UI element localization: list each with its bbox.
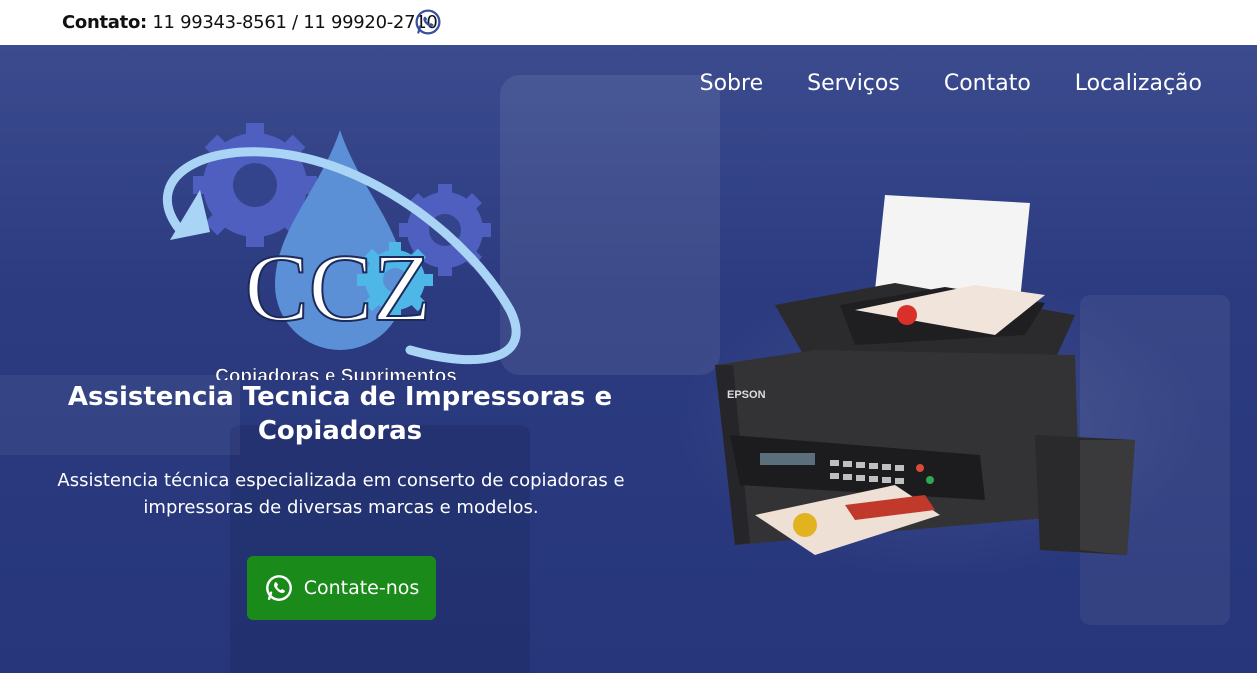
nav-link-servicos[interactable]: Serviços (807, 71, 900, 96)
hero-title: Assistencia Tecnica de Impressoras e Cop… (67, 382, 613, 446)
logo-tagline: Copiadoras e Suprimentos (215, 366, 457, 380)
contact-phones[interactable]: 11 99343-8561 / 11 99920-2710 (152, 12, 438, 33)
whatsapp-icon (265, 575, 292, 601)
hero-description: Assistencia técnica especializada em con… (57, 470, 625, 518)
background-printer-shape (500, 75, 720, 375)
nav-link-localizacao[interactable]: Localização (1075, 71, 1202, 96)
main-nav: Sobre Serviços Contato Localização (700, 71, 1202, 96)
background-printer-shape (230, 425, 530, 673)
printer-brand: EPSON (727, 389, 766, 401)
ccz-logo: CCZ Copiadoras e Suprimentos (163, 123, 521, 380)
contact-info: Contato: 11 99343-8561 / 11 99920-2710 (62, 12, 438, 33)
nav-link-contato[interactable]: Contato (944, 71, 1031, 96)
nav-link-sobre[interactable]: Sobre (700, 71, 764, 96)
logo-mark: CCZ (245, 234, 432, 341)
contact-label: Contato: (62, 12, 147, 33)
top-contact-bar: Contato: 11 99343-8561 / 11 99920-2710 (0, 0, 1257, 45)
contact-us-label: Contate-nos (303, 577, 420, 599)
contact-us-button[interactable]: Contate-nos (247, 556, 436, 620)
whatsapp-icon[interactable] (414, 8, 442, 36)
printer-image: EPSON (715, 195, 1135, 555)
hero-section: Sobre Serviços Contato Localização CCZ C… (0, 45, 1257, 673)
